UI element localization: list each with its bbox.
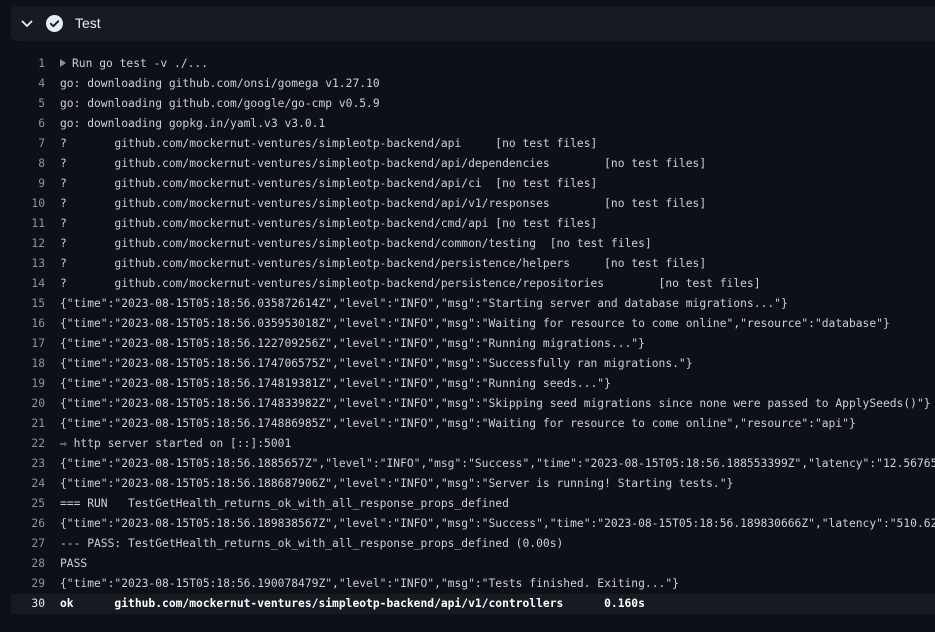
log-line: 27 --- PASS: TestGetHealth_returns_ok_wit… bbox=[0, 534, 935, 554]
line-text: {"time":"2023-08-15T05:18:56.188687906Z"… bbox=[60, 477, 734, 490]
check-circle-icon bbox=[46, 15, 63, 32]
line-number[interactable]: 16 bbox=[0, 314, 60, 334]
log-line: 25 === RUN TestGetHealth_returns_ok_with_… bbox=[0, 494, 935, 514]
chevron-down-icon[interactable] bbox=[20, 17, 34, 31]
log-line: 4 go: downloading github.com/onsi/gomega … bbox=[0, 74, 935, 94]
log-line: 9? github.com/mockernut-ventures/simpleo… bbox=[0, 174, 935, 194]
line-text: === RUN TestGetHealth_returns_ok_with_al… bbox=[60, 497, 509, 510]
line-text: {"time":"2023-08-15T05:18:56.189838567Z"… bbox=[60, 517, 935, 530]
line-number[interactable]: 1 bbox=[0, 54, 60, 74]
log-line: 24 {"time":"2023-08-15T05:18:56.188687906… bbox=[0, 474, 935, 494]
triangle-right-icon[interactable] bbox=[60, 59, 66, 67]
line-number[interactable]: 29 bbox=[0, 574, 60, 594]
line-text: {"time":"2023-08-15T05:18:56.174706575Z"… bbox=[60, 357, 693, 370]
log-line: 8? github.com/mockernut-ventures/simpleo… bbox=[0, 154, 935, 174]
line-text: ok github.com/mockernut-ventures/simpleo… bbox=[60, 597, 645, 610]
log-output: 1 Run go test -v ./... 4 go: downloading gi… bbox=[0, 54, 935, 614]
log-line: 12? github.com/mockernut-ventures/simple… bbox=[0, 234, 935, 254]
line-number[interactable]: 28 bbox=[0, 554, 60, 574]
line-number[interactable]: 18 bbox=[0, 354, 60, 374]
log-line: 11? github.com/mockernut-ventures/simple… bbox=[0, 214, 935, 234]
line-text: go: downloading github.com/onsi/gomega v… bbox=[60, 77, 380, 90]
line-number[interactable]: 6 bbox=[0, 114, 60, 134]
line-text: --- PASS: TestGetHealth_returns_ok_with_… bbox=[60, 537, 564, 550]
line-text: {"time":"2023-08-15T05:18:56.174833982Z"… bbox=[60, 397, 931, 410]
log-line: 29 {"time":"2023-08-15T05:18:56.190078479… bbox=[0, 574, 935, 594]
log-line: 18 {"time":"2023-08-15T05:18:56.174706575… bbox=[0, 354, 935, 374]
log-line: 23 {"time":"2023-08-15T05:18:56.1885657Z"… bbox=[0, 454, 935, 474]
line-number[interactable]: 14 bbox=[0, 274, 60, 294]
line-number[interactable]: 25 bbox=[0, 494, 60, 514]
step-title: Test bbox=[75, 15, 101, 31]
log-line: 26 {"time":"2023-08-15T05:18:56.189838567… bbox=[0, 514, 935, 534]
line-text: PASS bbox=[60, 557, 88, 570]
line-text: ? github.com/mockernut-ventures/simpleot… bbox=[60, 257, 707, 270]
line-text: ? github.com/mockernut-ventures/simpleot… bbox=[60, 237, 652, 250]
line-number[interactable]: 13 bbox=[0, 254, 60, 274]
line-text: {"time":"2023-08-15T05:18:56.1885657Z","… bbox=[60, 457, 935, 470]
line-text: {"time":"2023-08-15T05:18:56.190078479Z"… bbox=[60, 577, 679, 590]
line-number[interactable]: 24 bbox=[0, 474, 60, 494]
line-number[interactable]: 21 bbox=[0, 414, 60, 434]
line-text: ? github.com/mockernut-ventures/simpleot… bbox=[60, 277, 761, 290]
line-number[interactable]: 8 bbox=[0, 154, 60, 174]
line-text: Run go test -v ./... bbox=[72, 57, 209, 70]
line-text: {"time":"2023-08-15T05:18:56.035872614Z"… bbox=[60, 297, 788, 310]
line-number[interactable]: 7 bbox=[0, 134, 60, 154]
line-number[interactable]: 22 bbox=[0, 434, 60, 454]
line-number[interactable]: 4 bbox=[0, 74, 60, 94]
log-line: 6 go: downloading gopkg.in/yaml.v3 v3.0.1 bbox=[0, 114, 935, 134]
line-text: ? github.com/mockernut-ventures/simpleot… bbox=[60, 177, 598, 190]
line-text: ? github.com/mockernut-ventures/simpleot… bbox=[60, 217, 598, 230]
line-text: ⇨ http server started on [::]:5001 bbox=[60, 437, 292, 450]
line-text: ? github.com/mockernut-ventures/simpleot… bbox=[60, 137, 598, 150]
line-text: {"time":"2023-08-15T05:18:56.174886985Z"… bbox=[60, 417, 856, 430]
log-line: 20 {"time":"2023-08-15T05:18:56.174833982… bbox=[0, 394, 935, 414]
line-number[interactable]: 27 bbox=[0, 534, 60, 554]
line-number[interactable]: 9 bbox=[0, 174, 60, 194]
log-line: 10? github.com/mockernut-ventures/simple… bbox=[0, 194, 935, 214]
line-number[interactable]: 17 bbox=[0, 334, 60, 354]
log-line: 7? github.com/mockernut-ventures/simpleo… bbox=[0, 134, 935, 154]
line-text: go: downloading gopkg.in/yaml.v3 v3.0.1 bbox=[60, 117, 326, 130]
line-number[interactable]: 15 bbox=[0, 294, 60, 314]
line-number[interactable]: 11 bbox=[0, 214, 60, 234]
line-text: ? github.com/mockernut-ventures/simpleot… bbox=[60, 157, 707, 170]
line-number[interactable]: 19 bbox=[0, 374, 60, 394]
log-group-toggle[interactable]: 1 Run go test -v ./... bbox=[0, 54, 935, 74]
log-line: 17 {"time":"2023-08-15T05:18:56.122709256… bbox=[0, 334, 935, 354]
line-number[interactable]: 23 bbox=[0, 454, 60, 474]
log-line: 21 {"time":"2023-08-15T05:18:56.174886985… bbox=[0, 414, 935, 434]
line-number[interactable]: 26 bbox=[0, 514, 60, 534]
log-line: 14? github.com/mockernut-ventures/simple… bbox=[0, 274, 935, 294]
log-line: 30 ok github.com/mockernut-ventures/simpl… bbox=[11, 594, 935, 614]
line-number[interactable]: 10 bbox=[0, 194, 60, 214]
log-line: 16 {"time":"2023-08-15T05:18:56.035953018… bbox=[0, 314, 935, 334]
line-text: go: downloading github.com/google/go-cmp… bbox=[60, 97, 380, 110]
log-line: 13? github.com/mockernut-ventures/simple… bbox=[0, 254, 935, 274]
log-line: 22 ⇨ http server started on [::]:5001 bbox=[0, 434, 935, 454]
line-text: {"time":"2023-08-15T05:18:56.174819381Z"… bbox=[60, 377, 611, 390]
line-text: ? github.com/mockernut-ventures/simpleot… bbox=[60, 197, 707, 210]
line-text: {"time":"2023-08-15T05:18:56.035953018Z"… bbox=[60, 317, 890, 330]
line-number[interactable]: 20 bbox=[0, 394, 60, 414]
log-line: 19 {"time":"2023-08-15T05:18:56.174819381… bbox=[0, 374, 935, 394]
step-header[interactable]: Test bbox=[11, 6, 935, 41]
line-number[interactable]: 12 bbox=[0, 234, 60, 254]
log-line: 15 {"time":"2023-08-15T05:18:56.035872614… bbox=[0, 294, 935, 314]
line-number[interactable]: 5 bbox=[0, 94, 60, 114]
log-line: 5 go: downloading github.com/google/go-cm… bbox=[0, 94, 935, 114]
line-text: {"time":"2023-08-15T05:18:56.122709256Z"… bbox=[60, 337, 645, 350]
line-number[interactable]: 30 bbox=[11, 594, 60, 614]
log-line: 28 PASS bbox=[0, 554, 935, 574]
